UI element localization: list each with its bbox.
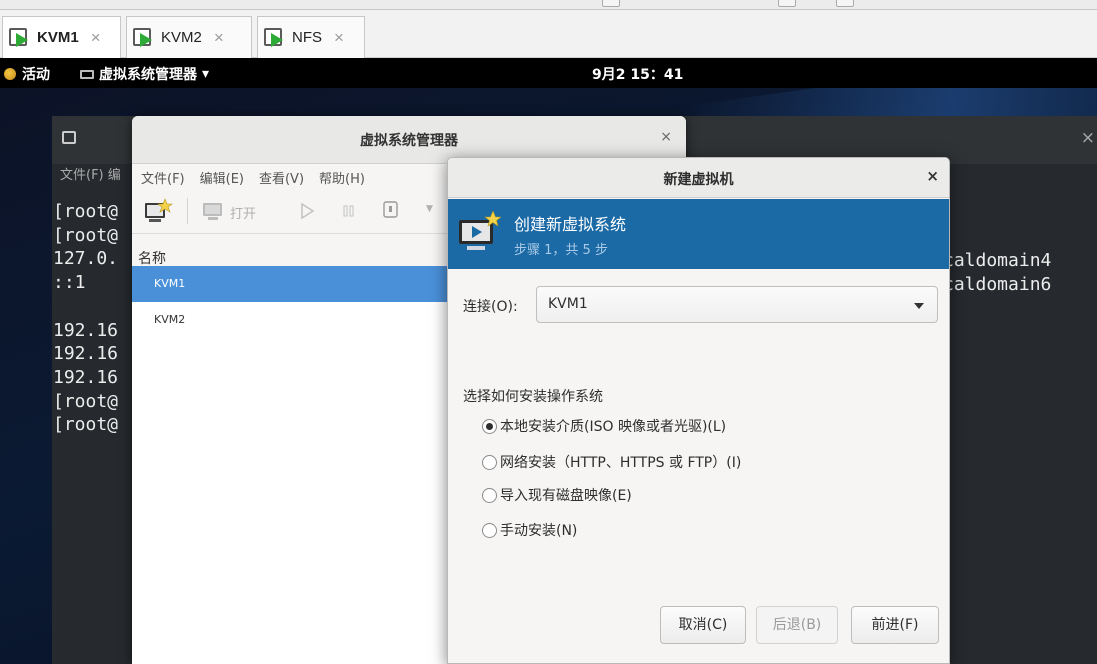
radio-button[interactable] <box>482 418 497 434</box>
play-icon[interactable] <box>300 203 314 219</box>
tab-kvm2[interactable]: KVM2 × <box>126 16 252 58</box>
option-label: 导入现有磁盘映像(E) <box>500 488 632 504</box>
menu-view[interactable]: 查看(V) <box>259 168 304 187</box>
radio-button[interactable] <box>482 522 497 538</box>
tab-label: KVM2 <box>161 29 202 46</box>
terminal-line: caldomain4 <box>943 250 1052 271</box>
option-label: 本地安装介质(ISO 映像或者光驱)(L) <box>500 419 727 435</box>
connection-value: KVM1 <box>548 296 588 312</box>
app-menu-icon <box>80 69 94 79</box>
pause-icon[interactable] <box>342 204 356 218</box>
dialog-banner: 创建新虚拟系统 步骤 1，共 5 步 <box>448 199 949 269</box>
banner-subtitle: 步骤 1，共 5 步 <box>514 243 608 258</box>
tab-kvm1[interactable]: KVM1 × <box>2 16 121 58</box>
back-button[interactable]: 后退(B) <box>756 606 838 644</box>
forward-button[interactable]: 前进(F) <box>851 606 939 644</box>
terminal-line: [root@ <box>53 390 119 412</box>
close-icon[interactable]: × <box>334 28 344 48</box>
close-icon[interactable]: × <box>926 167 939 185</box>
vm-icon <box>133 27 155 48</box>
app-menu-label: 虚拟系统管理器 <box>99 67 197 83</box>
close-icon[interactable]: × <box>660 129 672 145</box>
option-import-disk[interactable]: 导入现有磁盘映像(E) <box>482 485 632 505</box>
connection-label: 连接(O): <box>463 299 518 315</box>
vm-list: KVM1 KVM2 <box>132 266 452 664</box>
host-toolbar-button[interactable] <box>836 0 854 7</box>
option-local-media[interactable]: 本地安装介质(ISO 映像或者光驱)(L) <box>482 416 726 436</box>
terminal-icon[interactable] <box>62 131 76 144</box>
cancel-button[interactable]: 取消(C) <box>660 606 746 644</box>
install-method-label: 选择如何安装操作系统 <box>463 389 603 405</box>
menu-file[interactable]: 文件(F) <box>141 168 185 187</box>
new-vm-dialog: 新建虚拟机 × 创建新虚拟系统 步骤 1，共 5 步 连接(O): KVM1 选… <box>447 157 950 664</box>
menu-edit[interactable]: 编辑(E) <box>200 168 244 187</box>
vm-icon <box>264 27 286 48</box>
tab-label: KVM1 <box>37 29 79 46</box>
host-toolbar-strip <box>0 0 1097 10</box>
vm-list-item-kvm1[interactable]: KVM1 <box>132 266 452 302</box>
host-toolbar-button[interactable] <box>778 0 796 7</box>
tab-nfs[interactable]: NFS × <box>257 16 365 58</box>
terminal-line: [root@ <box>53 201 119 222</box>
terminal-line: ::1 <box>53 272 86 294</box>
terminal-line: caldomain6 <box>943 273 1052 295</box>
activities-icon <box>4 68 16 80</box>
vm-icon <box>9 27 31 48</box>
connection-select[interactable]: KVM1 <box>536 286 938 323</box>
activities-label: 活动 <box>22 67 50 83</box>
terminal-line: [root@ <box>53 224 119 246</box>
chevron-down-icon[interactable]: ▼ <box>426 204 433 214</box>
monitor-icon[interactable] <box>202 202 224 222</box>
terminal-line: 192.16 <box>53 343 119 365</box>
terminal-line: 192.16 <box>53 366 119 388</box>
chevron-down-icon: ▾ <box>202 66 210 82</box>
option-label: 手动安装(N) <box>500 523 578 539</box>
activities-button[interactable]: 活动 <box>4 64 50 84</box>
toolbar-separator <box>187 198 188 224</box>
radio-button[interactable] <box>482 454 497 470</box>
new-vm-icon <box>459 211 501 250</box>
app-menu[interactable]: 虚拟系统管理器 ▾ <box>80 64 209 84</box>
option-network-install[interactable]: 网络安装（HTTP、HTTPS 或 FTP）(I) <box>482 452 741 472</box>
open-button[interactable]: 打开 <box>230 203 256 222</box>
option-manual-install[interactable]: 手动安装(N) <box>482 520 577 540</box>
banner-title: 创建新虚拟系统 <box>514 215 627 234</box>
dialog-titlebar: 新建虚拟机 × <box>448 158 949 198</box>
tab-label: NFS <box>292 29 322 46</box>
terminal-output-right: caldomain4 caldomain6 <box>943 249 1051 296</box>
close-icon[interactable]: × <box>214 28 224 48</box>
close-icon[interactable]: × <box>1081 128 1095 148</box>
close-icon[interactable]: × <box>91 28 101 48</box>
menu-help[interactable]: 帮助(H) <box>319 168 365 187</box>
gnome-top-bar: 活动 虚拟系统管理器 ▾ 9月2 15：41 <box>0 59 1097 88</box>
terminal-line: 127.0. <box>53 248 119 270</box>
radio-button[interactable] <box>482 487 497 503</box>
terminal-line: 192.16 <box>53 319 119 341</box>
chevron-down-icon <box>914 303 924 309</box>
power-icon[interactable] <box>383 201 399 219</box>
terminal-output: [root@ [root@ 127.0.::1 192.16 192.16 192.16… <box>53 200 118 437</box>
list-header-name[interactable]: 名称 <box>138 248 166 268</box>
clock[interactable]: 9月2 15：41 <box>592 64 683 84</box>
vm-tab-bar: KVM1 × KVM2 × NFS × <box>0 10 1097 58</box>
vm-list-item-kvm2[interactable]: KVM2 <box>132 302 452 338</box>
vmm-title: 虚拟系统管理器 <box>360 133 458 149</box>
host-toolbar-button[interactable] <box>602 0 620 7</box>
dialog-title: 新建虚拟机 <box>663 172 734 188</box>
option-label: 网络安装（HTTP、HTTPS 或 FTP）(I) <box>500 455 742 471</box>
terminal-line: [root@ <box>53 414 119 436</box>
new-vm-icon[interactable] <box>143 198 173 226</box>
